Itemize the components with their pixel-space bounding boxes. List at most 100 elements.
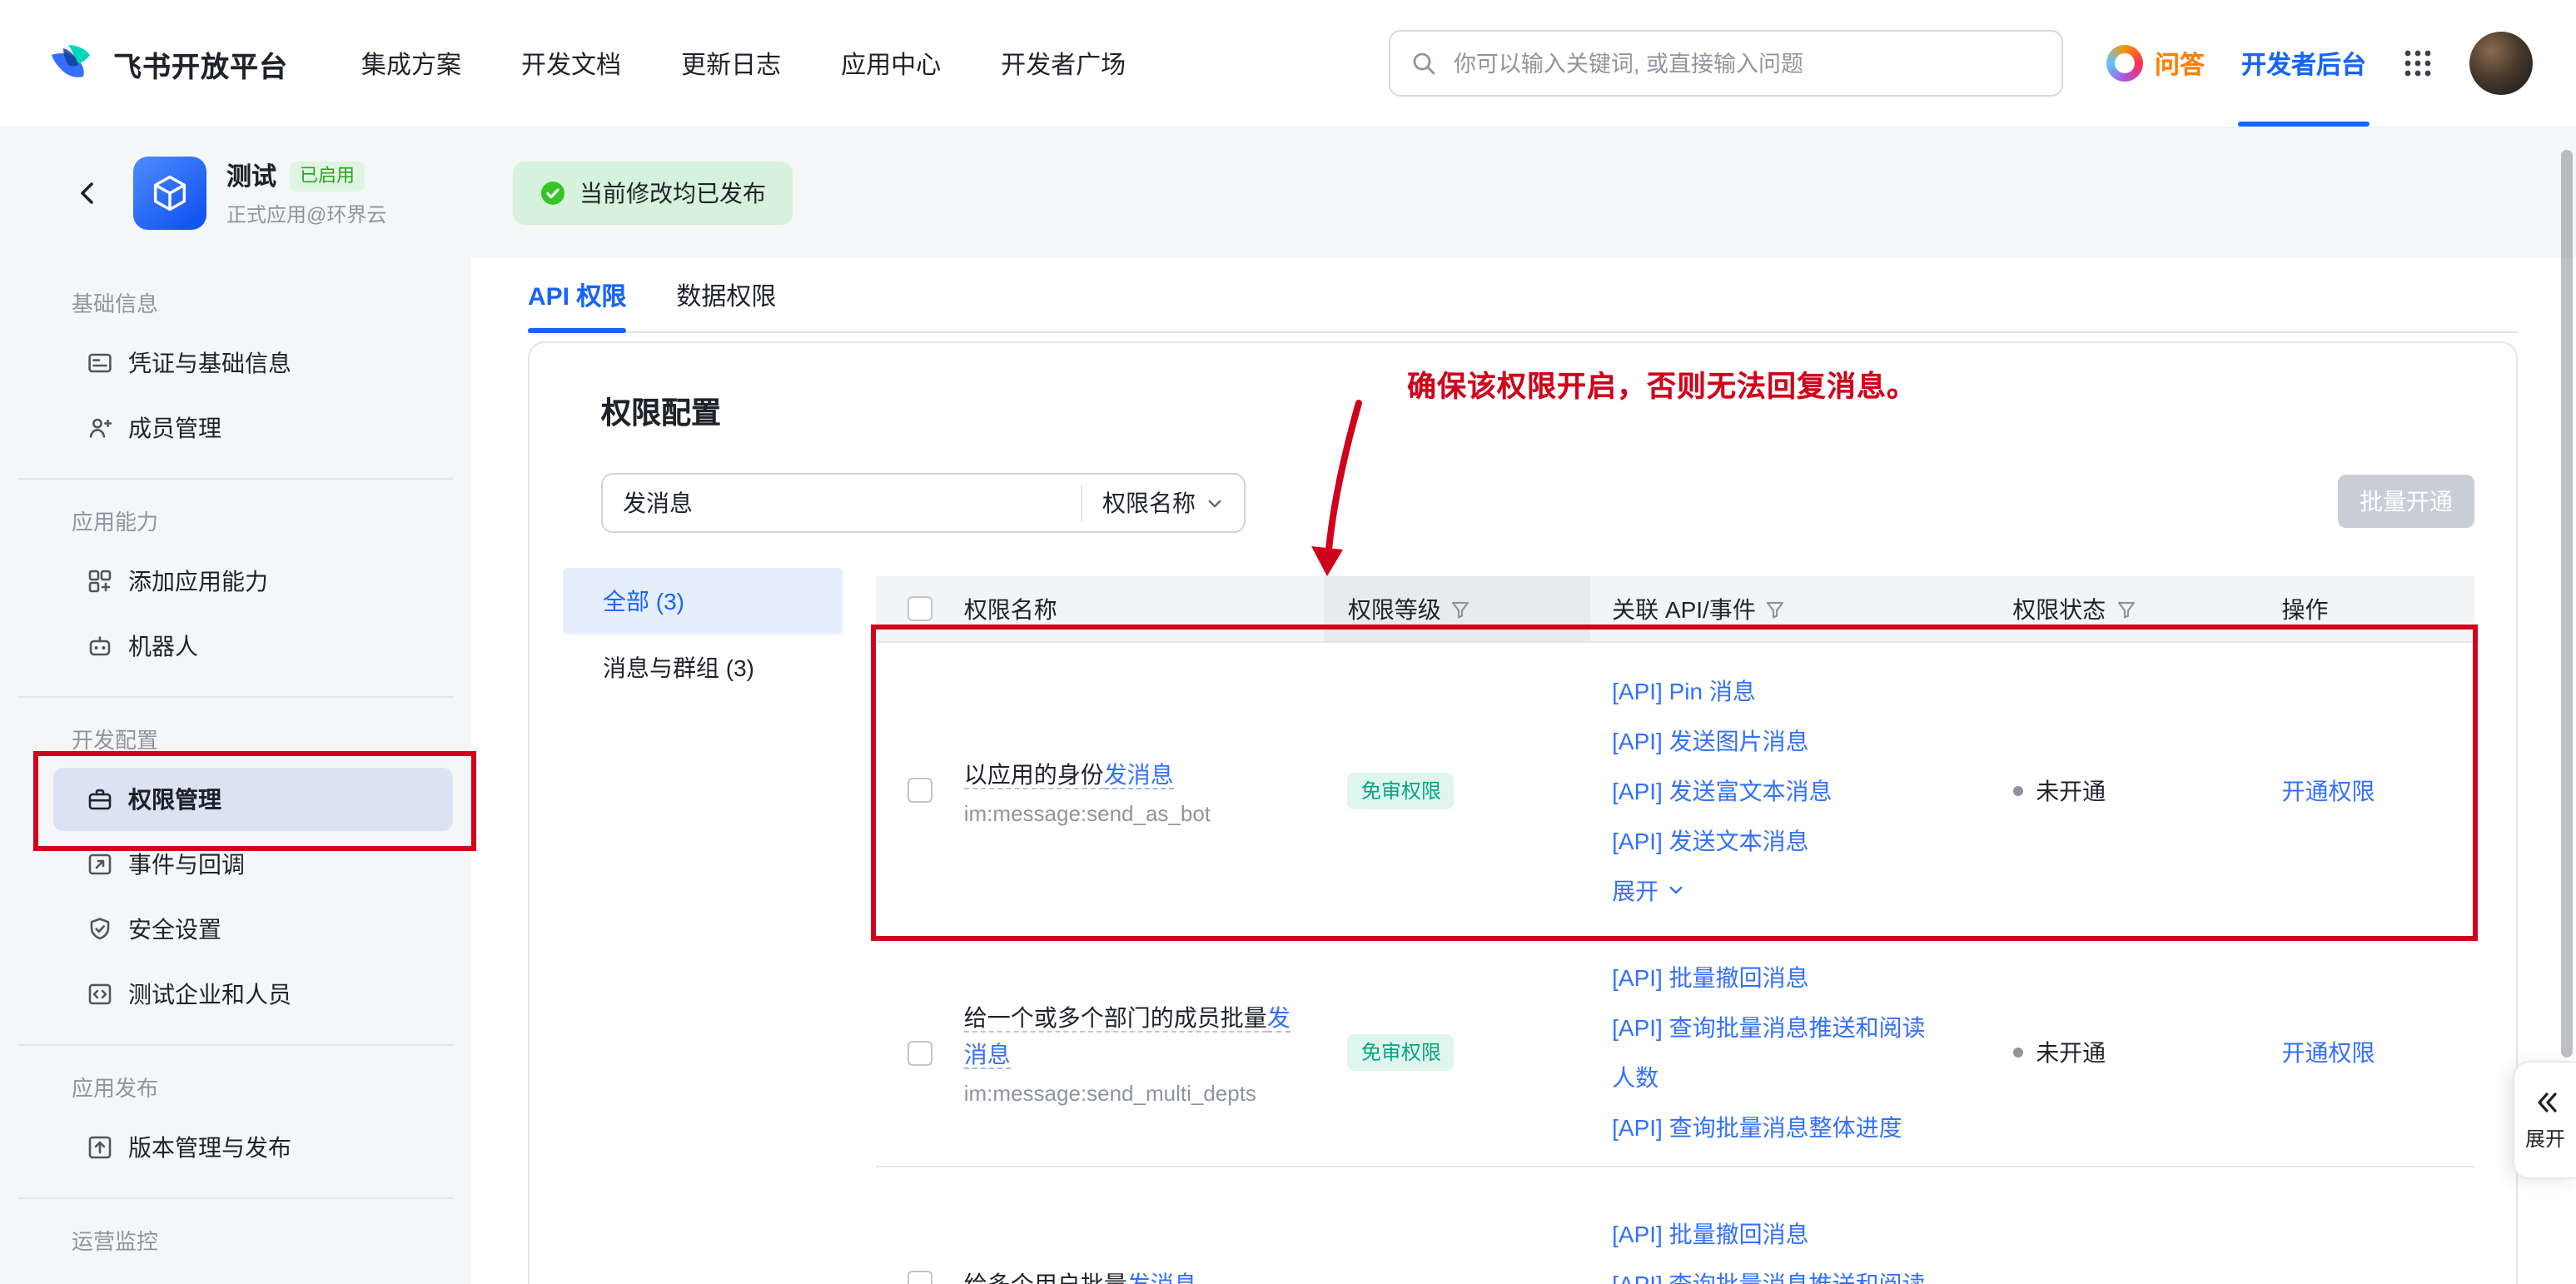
sidebar-item-test-org[interactable]: 测试企业和人员 — [53, 963, 453, 1026]
permission-search[interactable]: 权限名称 — [601, 473, 1246, 533]
permission-tabs: API 权限 数据权限 — [528, 258, 2518, 333]
search-icon — [1410, 50, 1437, 77]
feishu-logo[interactable]: 飞书开放平台 — [47, 38, 288, 88]
permission-code: im:message:send_as_bot — [964, 800, 1211, 825]
permission-search-input[interactable] — [603, 490, 1081, 516]
sidebar-item-members[interactable]: 成员管理 — [53, 396, 453, 460]
api-link[interactable]: [API] 查询批量消息推送和阅读人数 — [1612, 1003, 1944, 1102]
sidebar-divider — [18, 1197, 453, 1199]
sidebar-item-label: 权限管理 — [128, 783, 221, 816]
category-list: 全部 (3) 消息与群组 (3) — [563, 568, 843, 701]
open-permission-link[interactable]: 开通权限 — [2282, 1036, 2375, 1069]
permission-name[interactable]: 给一个或多个部门的成员批量发消息 — [964, 999, 1298, 1072]
top-navigation: 飞书开放平台 集成方案 开发文档 更新日志 应用中心 开发者广场 问答 开发者后… — [0, 0, 2576, 128]
sidebar-item-bot[interactable]: 机器人 — [53, 615, 453, 678]
app-header: 测试 已启用 正式应用@环界云 当前修改均已发布 — [0, 128, 2576, 258]
nav-item-integration[interactable]: 集成方案 — [361, 46, 461, 81]
event-icon — [87, 851, 113, 878]
bulk-open-button[interactable]: 批量开通 — [2338, 475, 2474, 528]
permission-name[interactable]: 给多个用户批量发消息 — [964, 1265, 1197, 1284]
permission-icon — [87, 786, 113, 813]
sidebar-divider — [18, 478, 453, 480]
app-icon[interactable] — [133, 157, 206, 230]
qa-link[interactable]: 问答 — [2106, 45, 2205, 82]
api-link[interactable]: [API] 查询批量消息推送和阅读人数 — [1612, 1258, 1944, 1284]
table-row: 以应用的身份发消息 im:message:send_as_bot 免审权限 [A… — [876, 643, 2474, 939]
check-circle-icon — [540, 180, 566, 207]
chevron-down-icon — [1667, 881, 1685, 899]
sidebar-item-version[interactable]: 版本管理与发布 — [53, 1116, 453, 1179]
api-link[interactable]: [API] 批量撤回消息 — [1612, 1208, 1944, 1258]
chevron-down-icon — [1206, 494, 1224, 512]
open-permission-link[interactable]: 开通权限 — [2282, 774, 2375, 807]
level-badge: 免审权限 — [1348, 772, 1455, 809]
expand-apis-link[interactable]: 展开 — [1612, 865, 1944, 915]
header-level: 权限等级 — [1348, 592, 1441, 625]
filter-icon[interactable] — [1766, 599, 1786, 619]
category-message-group[interactable]: 消息与群组 (3) — [563, 635, 843, 701]
api-link[interactable]: [API] 批量撤回消息 — [1612, 953, 1944, 1003]
table-row: 给一个或多个部门的成员批量发消息 im:message:send_multi_d… — [876, 939, 2474, 1167]
status-badge: 已启用 — [290, 161, 365, 191]
top-search-input[interactable] — [1450, 49, 2041, 77]
search-field-label: 权限名称 — [1102, 486, 1196, 520]
row-checkbox[interactable] — [908, 1271, 932, 1284]
sidebar-section-dev-config: 开发配置 — [0, 716, 471, 766]
category-all[interactable]: 全部 (3) — [563, 568, 843, 635]
back-icon[interactable] — [73, 178, 103, 208]
row-checkbox[interactable] — [908, 1040, 932, 1065]
search-field-select[interactable]: 权限名称 — [1081, 485, 1244, 521]
expand-panel-label: 展开 — [2525, 1123, 2565, 1152]
status-text: 未开通 — [2036, 1036, 2106, 1069]
sidebar-divider — [18, 1044, 453, 1046]
api-link[interactable]: [API] 发送富文本消息 — [1612, 765, 1944, 815]
credential-icon — [87, 350, 113, 376]
filter-icon[interactable] — [1451, 599, 1471, 619]
api-link[interactable]: [API] 查询批量消息整体进度 — [1612, 1102, 1944, 1152]
nav-item-docs[interactable]: 开发文档 — [521, 46, 621, 81]
permission-code: im:message:send_multi_depts — [964, 1081, 1298, 1106]
cube-icon — [148, 172, 191, 215]
qa-icon — [2106, 45, 2143, 82]
api-link[interactable]: [API] Pin 消息 — [1612, 665, 1944, 715]
test-org-icon — [87, 981, 113, 1008]
console-link[interactable]: 开发者后台 — [2241, 0, 2366, 127]
sidebar-section-release: 应用发布 — [0, 1064, 471, 1114]
permission-name-link[interactable]: 发消息 — [1104, 760, 1174, 789]
row-checkbox[interactable] — [908, 778, 932, 803]
sidebar-item-security[interactable]: 安全设置 — [53, 898, 453, 961]
page: 飞书开放平台 集成方案 开发文档 更新日志 应用中心 开发者广场 问答 开发者后… — [0, 0, 2576, 1284]
sidebar-section-monitoring: 运营监控 — [0, 1217, 471, 1267]
level-badge: 免审权限 — [1348, 1034, 1455, 1071]
qa-label: 问答 — [2155, 46, 2205, 81]
nav-item-app-center[interactable]: 应用中心 — [841, 46, 941, 81]
sidebar-item-events[interactable]: 事件与回调 — [53, 833, 453, 896]
sidebar-item-label: 机器人 — [128, 630, 198, 663]
permission-name[interactable]: 以应用的身份发消息 — [964, 755, 1211, 792]
api-link[interactable]: [API] 发送图片消息 — [1612, 715, 1944, 765]
sidebar-item-credentials[interactable]: 凭证与基础信息 — [53, 331, 453, 395]
main-content: API 权限 数据权限 权限配置 权限名称 批量开通 全部 (3) 消息与群组 … — [471, 258, 2576, 1284]
apps-grid-icon[interactable] — [2403, 48, 2433, 78]
nav-item-developer-plaza[interactable]: 开发者广场 — [1001, 46, 1126, 81]
bot-icon — [87, 633, 113, 659]
header-status: 权限状态 — [2012, 592, 2106, 625]
vertical-scrollbar[interactable] — [2561, 150, 2573, 1058]
sidebar-item-label: 添加应用能力 — [128, 565, 268, 598]
top-search[interactable] — [1389, 30, 2063, 97]
table-row: 给多个用户批量发消息 [API] 批量撤回消息 [API] 查询批量消息推送和阅… — [876, 1167, 2474, 1284]
select-all-checkbox[interactable] — [908, 596, 932, 621]
sidebar-item-permissions[interactable]: 权限管理 — [53, 768, 453, 831]
nav-item-changelog[interactable]: 更新日志 — [681, 46, 781, 81]
sidebar-item-label: 安全设置 — [128, 913, 221, 946]
sidebar-item-add-capability[interactable]: 添加应用能力 — [53, 550, 453, 613]
avatar[interactable] — [2469, 32, 2533, 95]
filter-icon[interactable] — [2116, 599, 2136, 619]
tab-api-permissions[interactable]: API 权限 — [528, 258, 626, 331]
top-right-cluster: 问答 开发者后台 — [2106, 0, 2533, 127]
api-link[interactable]: [API] 发送文本消息 — [1612, 815, 1944, 865]
tab-data-permissions[interactable]: 数据权限 — [676, 258, 776, 331]
sidebar-section-basic: 基础信息 — [0, 280, 471, 330]
expand-panel-button[interactable]: 展开 — [2513, 1061, 2576, 1179]
permission-name-link[interactable]: 发消息 — [1127, 1270, 1197, 1284]
